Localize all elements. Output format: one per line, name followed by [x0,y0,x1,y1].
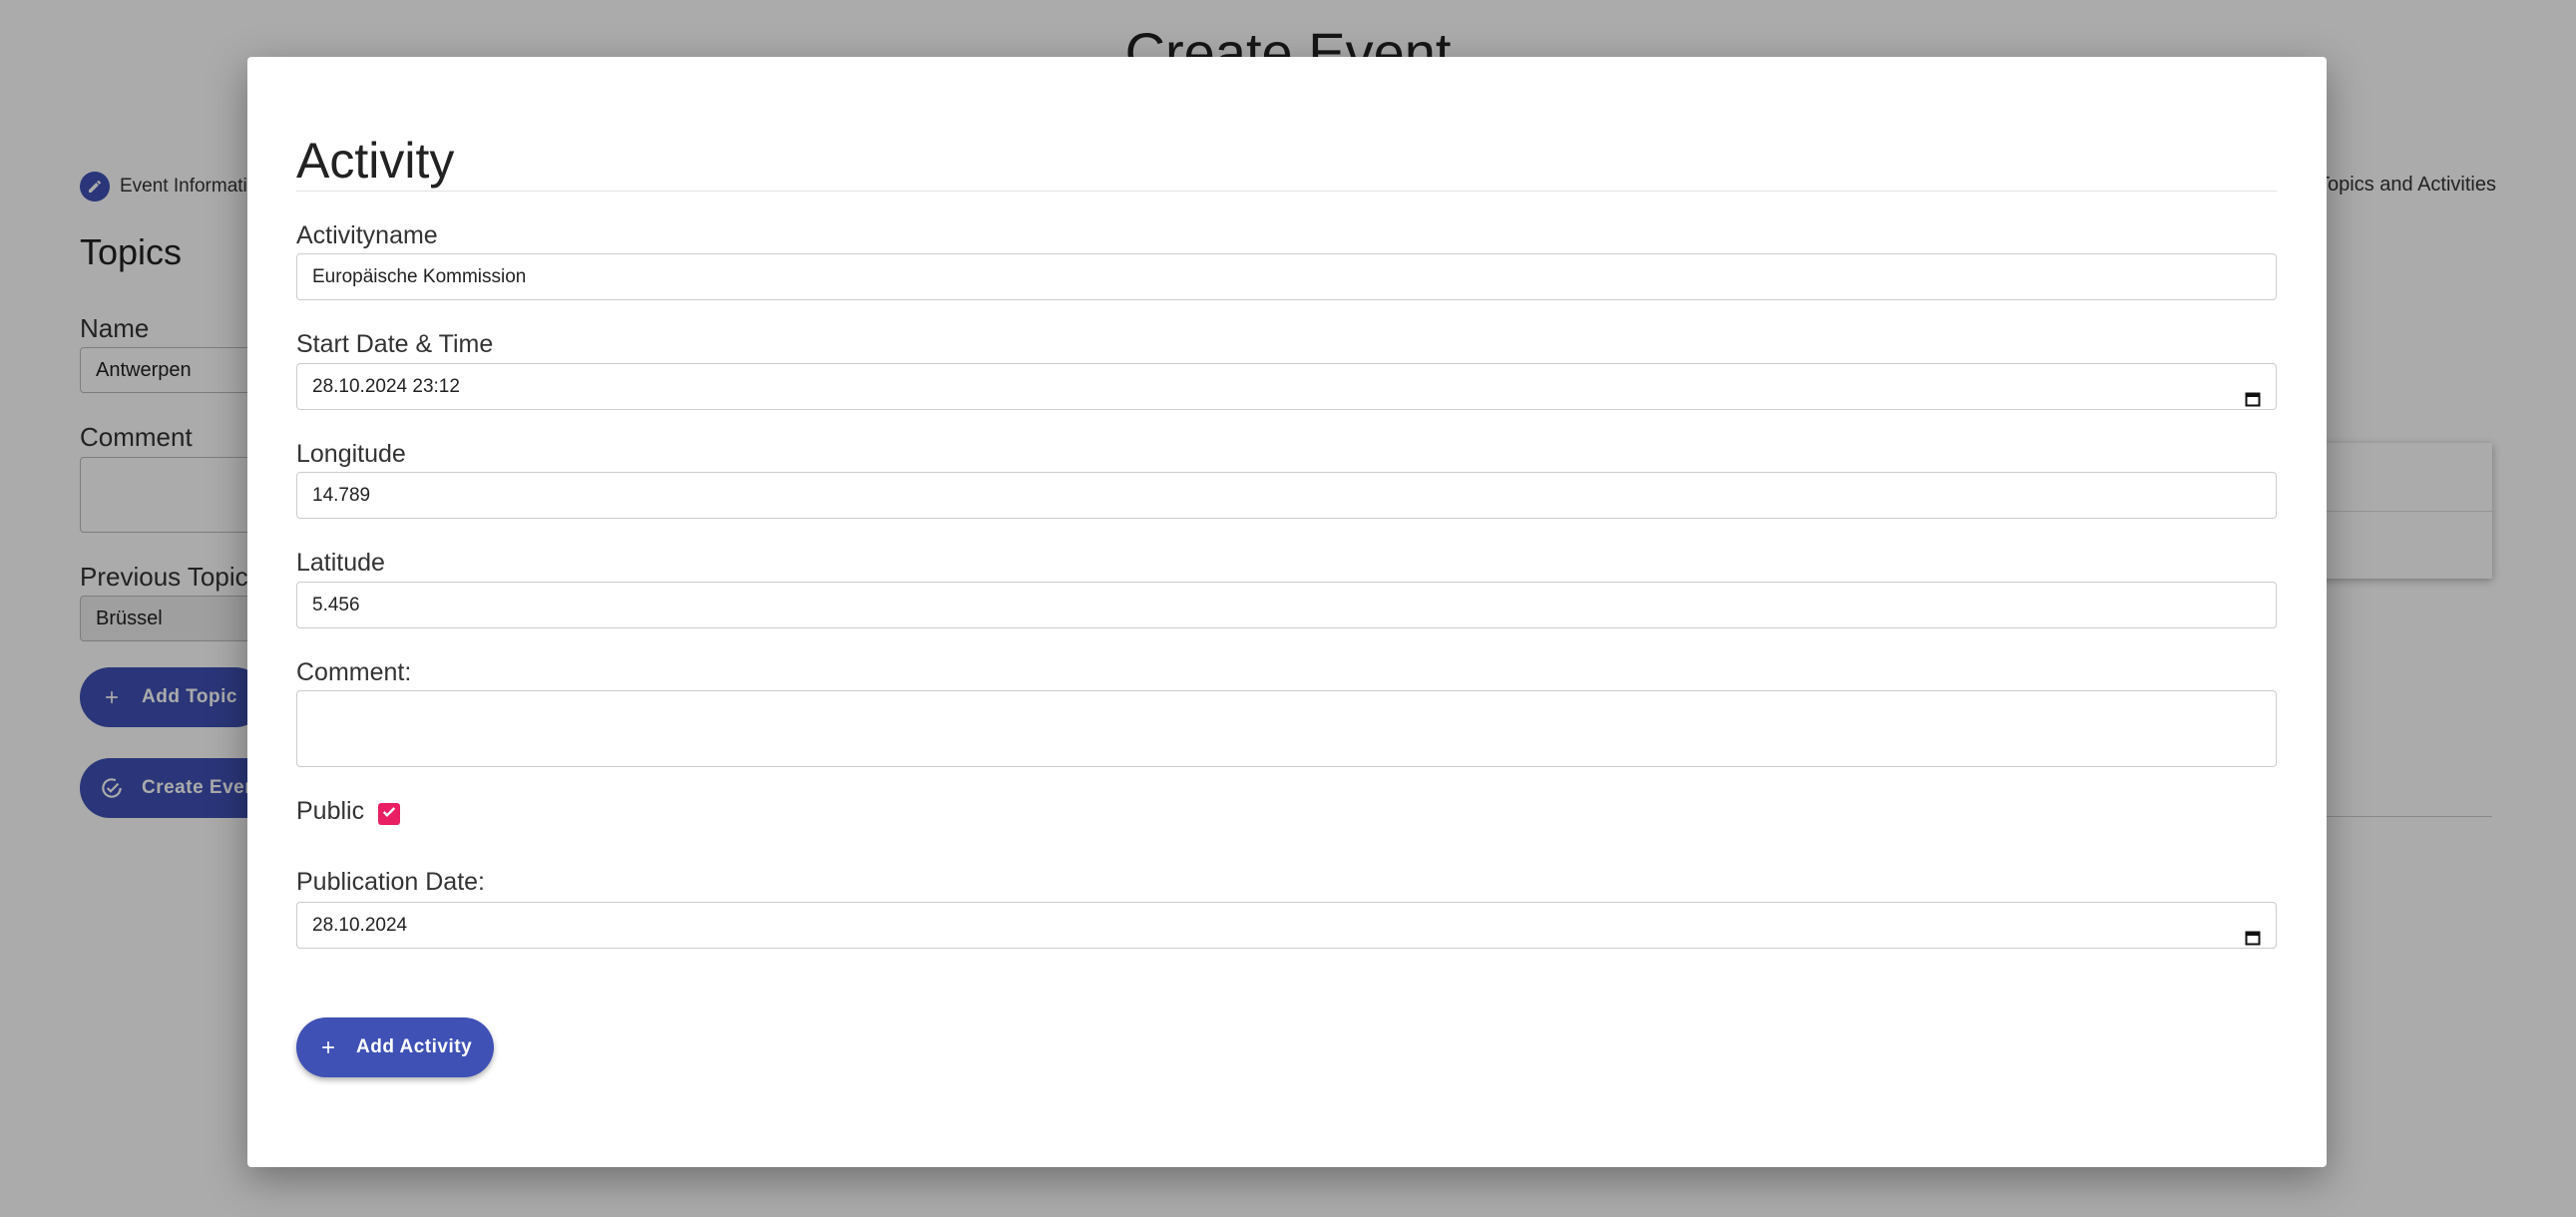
latitude-input[interactable]: 5.456 [296,582,2277,628]
publication-date-label: Publication Date: [296,868,486,896]
activityname-input[interactable]: Europäische Kommission [296,253,2277,300]
title-divider [296,191,2277,192]
start-datetime-input[interactable]: 28.10.2024 23:12 [296,363,2277,410]
comment-label: Comment: [296,658,412,686]
calendar-icon[interactable] [2245,379,2261,406]
dialog-title: Activity [296,133,455,189]
longitude-input[interactable]: 14.789 [296,472,2277,519]
start-datetime-value: 28.10.2024 23:12 [312,376,460,397]
publication-date-input[interactable]: 28.10.2024 [296,902,2277,949]
latitude-value: 5.456 [312,595,360,615]
longitude-label: Longitude [296,440,406,468]
plus-icon [314,1033,342,1061]
add-activity-button[interactable]: Add Activity [296,1017,494,1077]
public-checkbox[interactable] [378,803,400,825]
calendar-icon[interactable] [2245,918,2261,945]
latitude-label: Latitude [296,549,385,577]
activityname-label: Activityname [296,221,438,249]
start-datetime-label: Start Date & Time [296,330,494,358]
longitude-value: 14.789 [312,485,371,506]
comment-textarea[interactable] [296,690,2277,767]
publication-date-value: 28.10.2024 [312,915,408,936]
activityname-value: Europäische Kommission [312,266,527,287]
add-activity-label: Add Activity [356,1036,473,1057]
check-icon [381,804,397,825]
public-label: Public [296,797,365,825]
activity-dialog: Activity Activityname Europäische Kommis… [247,57,2327,1167]
